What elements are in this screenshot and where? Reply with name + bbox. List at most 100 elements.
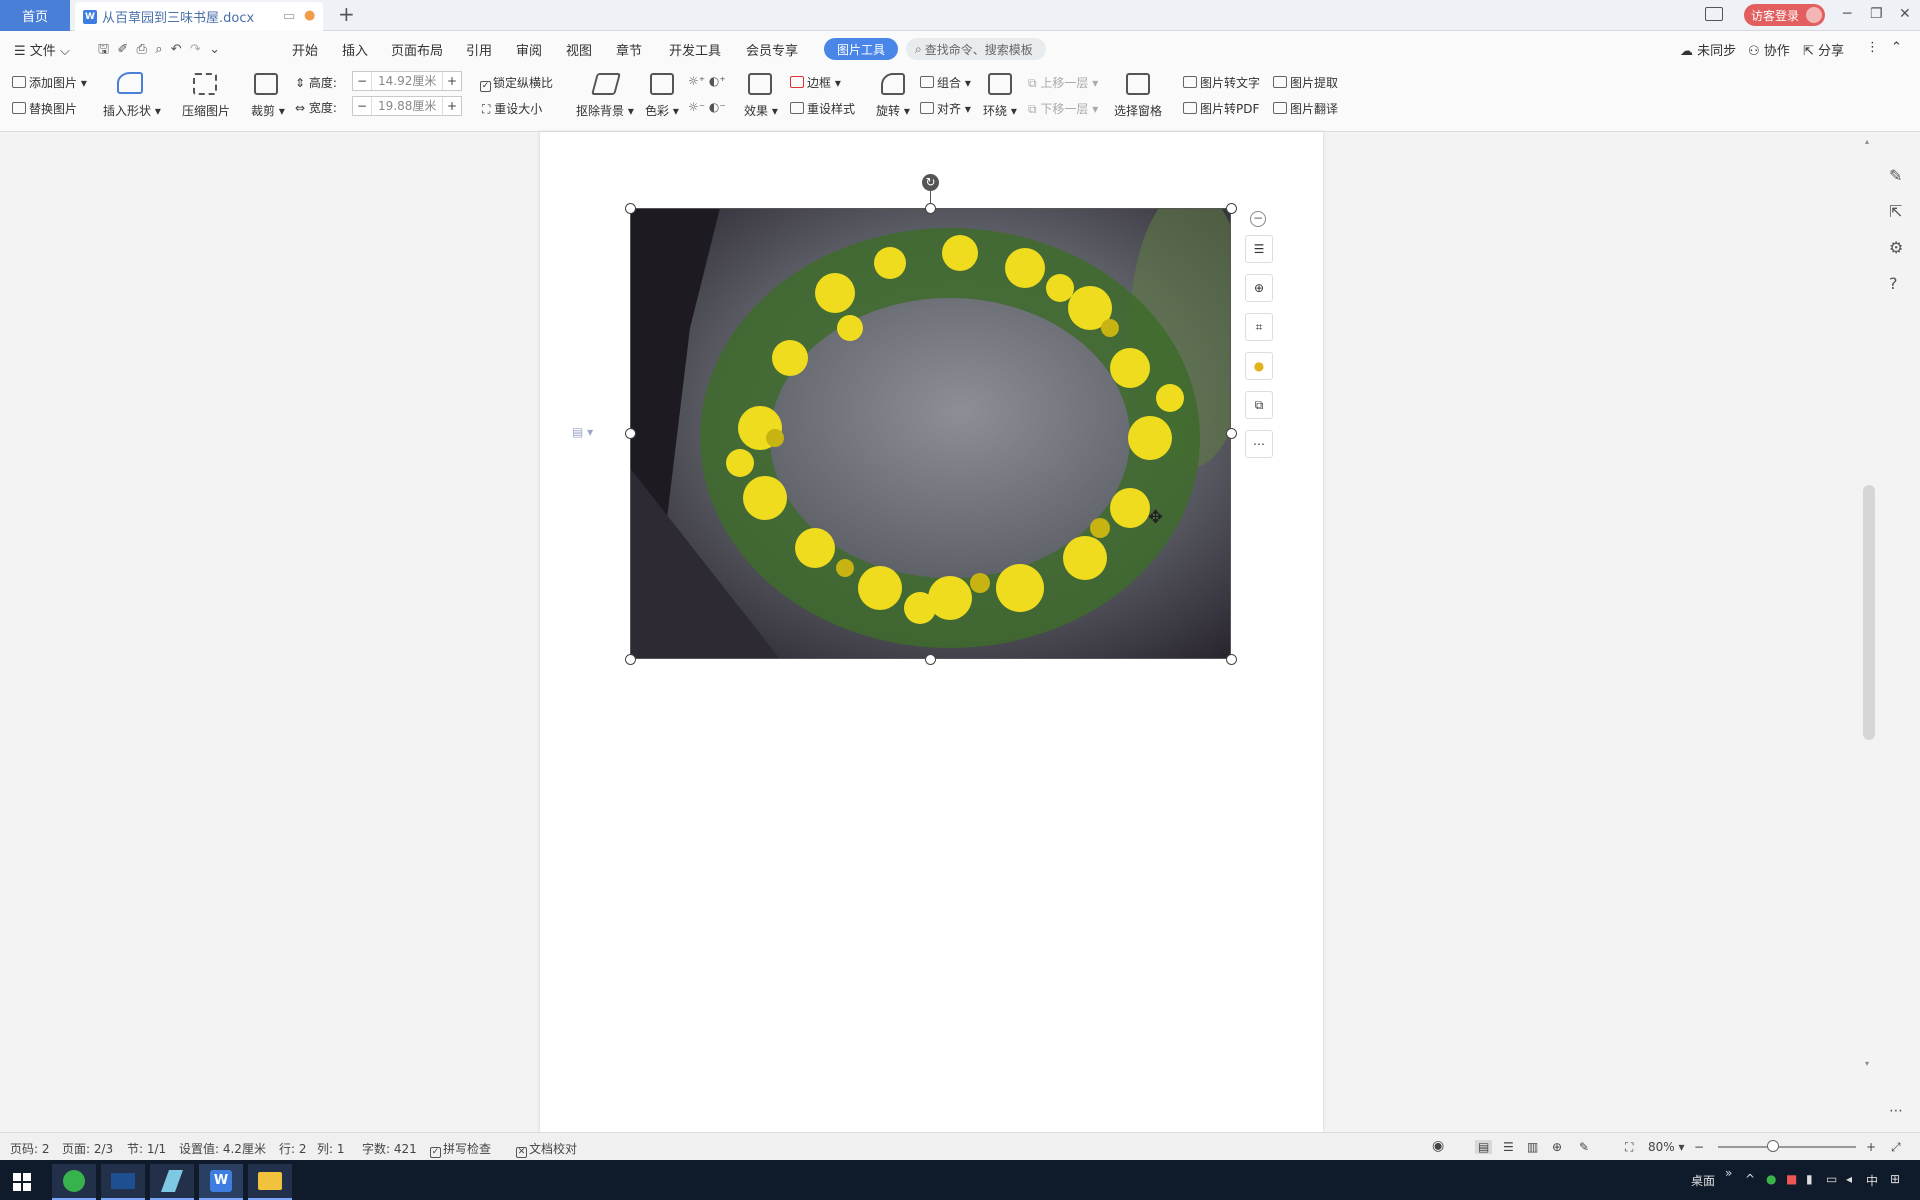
more-sidebar-icon[interactable]: ⋯	[1889, 1103, 1903, 1119]
zoom-out-button[interactable]: −	[1694, 1140, 1704, 1154]
tab-review[interactable]: 审阅	[516, 40, 542, 59]
tray-volume-icon[interactable]: ◂	[1846, 1172, 1852, 1186]
doc-proof-button[interactable]: ✕ 文档校对	[516, 1140, 577, 1158]
width-decrease-button[interactable]: −	[353, 99, 371, 113]
section-info[interactable]: 节: 1/1	[127, 1140, 166, 1157]
pen-app-icon[interactable]	[150, 1164, 194, 1200]
settings-sidebar-icon[interactable]: ⚙	[1889, 238, 1903, 257]
border-button[interactable]: 边框 ▾	[790, 74, 841, 91]
color-button[interactable]: 色彩 ▾	[645, 102, 679, 119]
pic-translate-button[interactable]: 图片翻译	[1273, 100, 1338, 117]
rotate-button[interactable]: 旋转 ▾	[876, 102, 910, 119]
layout-options-button[interactable]: ☰	[1245, 235, 1273, 263]
tray-language[interactable]: 中	[1866, 1172, 1878, 1189]
reading-view-icon[interactable]: ▥	[1527, 1140, 1538, 1154]
zoom-in-button[interactable]: +	[1866, 1140, 1876, 1154]
spell-check-button[interactable]: ✓ 拼写检查	[430, 1140, 491, 1158]
format-painter-icon[interactable]: ✐	[117, 42, 128, 57]
width-stepper[interactable]: −19.88厘米 +	[352, 96, 462, 116]
col-info[interactable]: 列: 1	[317, 1140, 345, 1157]
height-decrease-button[interactable]: −	[353, 74, 371, 88]
width-increase-button[interactable]: +	[443, 99, 461, 113]
tab-member[interactable]: 会员专享	[746, 40, 798, 59]
wps-icon[interactable]: W	[199, 1164, 243, 1200]
remove-background-button[interactable]: 抠除背景 ▾	[576, 102, 634, 119]
window-layout-icon[interactable]	[1705, 7, 1723, 21]
login-button[interactable]: 访客登录	[1744, 4, 1825, 26]
outline-view-icon[interactable]: ☰	[1503, 1140, 1514, 1154]
resize-handle-r[interactable]	[1226, 428, 1237, 439]
height-stepper[interactable]: −14.92厘米 +	[352, 71, 462, 91]
sync-status[interactable]: ☁ 未同步	[1680, 40, 1736, 59]
collapse-float-icon[interactable]: −	[1250, 211, 1266, 227]
rotate-handle-icon[interactable]: ↻	[922, 174, 939, 191]
height-value[interactable]: 14.92厘米	[371, 72, 443, 90]
help-sidebar-icon[interactable]: ?	[1889, 274, 1898, 293]
idea-button[interactable]: ●	[1245, 352, 1273, 380]
more-float-button[interactable]: ⋯	[1245, 430, 1273, 458]
zoom-image-button[interactable]: ⊕	[1245, 274, 1273, 302]
tray-desktop[interactable]: 桌面	[1691, 1172, 1715, 1189]
brightness-up-icon[interactable]: ☼⁺ ◐⁺	[688, 74, 726, 88]
redo-icon[interactable]: ↷	[190, 42, 201, 57]
restore-button[interactable]: ❐	[1870, 6, 1883, 22]
setting-value[interactable]: 设置值: 4.2厘米	[179, 1140, 266, 1157]
resize-handle-br[interactable]	[1226, 654, 1237, 665]
paragraph-marker-icon[interactable]: ▤ ▾	[572, 425, 593, 439]
tab-chapter[interactable]: 章节	[616, 40, 642, 59]
tab-developer[interactable]: 开发工具	[669, 40, 721, 59]
collapse-ribbon-icon[interactable]: ⌃	[1891, 40, 1902, 55]
write-mode-icon[interactable]: ✎	[1579, 1140, 1589, 1154]
tray-green-icon[interactable]: ●	[1766, 1172, 1776, 1186]
pic-to-pdf-button[interactable]: 图片转PDF	[1183, 100, 1259, 117]
reset-size-button[interactable]: ⛶ 重设大小	[482, 100, 542, 117]
tray-mic-icon[interactable]: ▮	[1806, 1172, 1813, 1186]
scroll-down-icon[interactable]: ▾	[1865, 1059, 1869, 1068]
unsaved-dot-icon[interactable]: ●	[304, 8, 315, 23]
eye-protect-icon[interactable]: ◉	[1432, 1138, 1444, 1154]
print-preview-icon[interactable]: ⌕	[155, 42, 162, 57]
pic-to-text-button[interactable]: 图片转文字	[1183, 74, 1260, 91]
group-button[interactable]: 组合 ▾	[920, 74, 971, 91]
wrap-button[interactable]: 环绕 ▾	[983, 102, 1017, 119]
close-button[interactable]: ✕	[1899, 6, 1911, 22]
resize-handle-tr[interactable]	[1226, 203, 1237, 214]
customize-icon[interactable]: ⌄	[209, 42, 220, 57]
scrollbar-thumb[interactable]	[1863, 485, 1875, 740]
share-button[interactable]: ⇱ 分享	[1803, 40, 1844, 59]
tray-security-icon[interactable]: ■	[1786, 1172, 1797, 1186]
height-increase-button[interactable]: +	[443, 74, 461, 88]
tab-picture-tools[interactable]: 图片工具	[824, 38, 898, 60]
add-picture-button[interactable]: 添加图片 ▾	[12, 74, 87, 91]
resize-handle-l[interactable]	[625, 428, 636, 439]
crop-button[interactable]: 裁剪 ▾	[251, 102, 285, 119]
resize-handle-tl[interactable]	[625, 203, 636, 214]
tab-home[interactable]: 首页	[0, 0, 70, 31]
pic-extract-button[interactable]: 图片提取	[1273, 74, 1338, 91]
app-icon[interactable]	[101, 1164, 145, 1200]
page-view-icon[interactable]: ▤	[1475, 1140, 1493, 1154]
command-search-input[interactable]: ⌕ 查找命令、搜索模板	[906, 38, 1046, 60]
zoom-slider-knob[interactable]	[1767, 1140, 1780, 1152]
fit-page-icon[interactable]: ⛶	[1625, 1140, 1633, 1155]
file-menu[interactable]: ☰ 文件 ⌵	[14, 40, 70, 59]
windows-start-icon[interactable]	[0, 1164, 44, 1200]
brightness-down-icon[interactable]: ☼⁻ ◐⁻	[688, 100, 726, 114]
image-copy-button[interactable]: ⧉	[1245, 391, 1273, 419]
scroll-up-icon[interactable]: ▴	[1865, 137, 1869, 146]
tab-page-layout[interactable]: 页面布局	[391, 40, 443, 59]
zoom-slider[interactable]	[1718, 1146, 1856, 1148]
tab-insert[interactable]: 插入	[342, 40, 368, 59]
tray-up-icon[interactable]: ^	[1745, 1172, 1755, 1186]
send-backward-button[interactable]: ⧉ 下移一层 ▾	[1028, 100, 1098, 117]
minimize-button[interactable]: ─	[1843, 6, 1851, 22]
new-tab-button[interactable]: +	[338, 2, 355, 26]
zoom-dropdown[interactable]: 80% ▾	[1648, 1140, 1685, 1154]
folder-icon[interactable]	[248, 1164, 292, 1200]
print-icon[interactable]: ⎙	[137, 42, 147, 57]
resize-handle-b[interactable]	[925, 654, 936, 665]
page-number[interactable]: 页码: 2	[10, 1140, 50, 1157]
tray-network-icon[interactable]: ▭	[1826, 1172, 1837, 1186]
tab-document[interactable]: W 从百草园到三味书屋.docx ▭ ●	[75, 2, 323, 31]
web-view-icon[interactable]: ⊕	[1552, 1140, 1562, 1154]
